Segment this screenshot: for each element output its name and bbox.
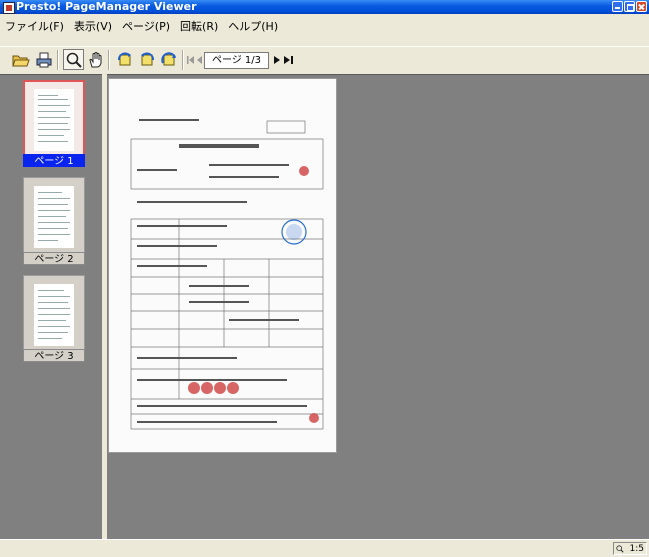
toolbar-separator xyxy=(182,50,184,70)
first-page-icon xyxy=(187,55,194,64)
thumbnail-image xyxy=(34,89,74,151)
menu-page[interactable]: ページ(P) xyxy=(117,18,175,34)
title-bar: Presto! PageManager Viewer xyxy=(0,0,649,14)
thumbnail-page-1[interactable] xyxy=(23,80,85,160)
magnifier-icon xyxy=(66,52,82,68)
menu-rotate[interactable]: 回転(R) xyxy=(175,18,223,34)
menu-bar: ファイル(F) 表示(V) ページ(P) 回転(R) ヘルプ(H) xyxy=(0,15,649,36)
thumbnail-image xyxy=(34,186,74,248)
hand-tool-button[interactable] xyxy=(85,49,106,70)
minimize-button[interactable] xyxy=(612,1,623,12)
window-controls xyxy=(612,1,647,12)
zoom-level: 1:5 xyxy=(629,544,644,554)
print-button[interactable] xyxy=(33,49,54,70)
first-page-button[interactable] xyxy=(186,49,195,70)
previous-page-button[interactable] xyxy=(195,49,204,70)
rotate-180-button[interactable] xyxy=(158,49,179,70)
rotate-left-icon xyxy=(117,52,131,65)
rotate-left-button[interactable] xyxy=(114,49,135,70)
thumbnail-label-page-3[interactable]: ページ 3 xyxy=(23,349,85,362)
toolbar-separator xyxy=(108,50,110,70)
thumbnail-label-page-1[interactable]: ページ 1 xyxy=(23,154,85,167)
scanned-form-image xyxy=(130,119,324,430)
thumbnail-label-page-2[interactable]: ページ 2 xyxy=(23,252,85,265)
thumbnail-page-2[interactable] xyxy=(23,177,85,257)
menu-view[interactable]: 表示(V) xyxy=(69,18,117,34)
thumbnail-page-3[interactable] xyxy=(23,275,85,355)
close-button[interactable] xyxy=(636,1,647,12)
thumbnail-image xyxy=(34,284,74,346)
printer-icon xyxy=(36,52,51,67)
window-title: Presto! PageManager Viewer xyxy=(16,0,197,13)
magnifier-icon xyxy=(616,545,624,553)
open-folder-button[interactable] xyxy=(10,49,31,70)
rotate-right-button[interactable] xyxy=(136,49,157,70)
status-bar: 1:5 xyxy=(0,539,649,557)
last-page-icon xyxy=(284,55,293,64)
menu-file[interactable]: ファイル(F) xyxy=(0,18,69,34)
zoom-tool-button[interactable] xyxy=(63,49,84,70)
menu-help[interactable]: ヘルプ(H) xyxy=(223,18,283,34)
toolbar-separator xyxy=(57,50,59,70)
open-folder-icon xyxy=(11,55,30,66)
document-page-image xyxy=(109,79,336,452)
next-page-button[interactable] xyxy=(272,49,282,70)
previous-page-icon xyxy=(197,55,202,64)
toolbar: ページ 1/3 xyxy=(0,46,649,74)
last-page-button[interactable] xyxy=(283,49,295,70)
hand-icon xyxy=(88,51,101,67)
next-page-icon xyxy=(274,55,280,64)
rotate-right-icon xyxy=(140,52,154,65)
app-icon xyxy=(3,2,15,14)
rotate-180-icon xyxy=(160,51,176,65)
zoom-status: 1:5 xyxy=(613,542,647,555)
maximize-button[interactable] xyxy=(624,1,635,12)
page-indicator: ページ 1/3 xyxy=(204,52,269,69)
